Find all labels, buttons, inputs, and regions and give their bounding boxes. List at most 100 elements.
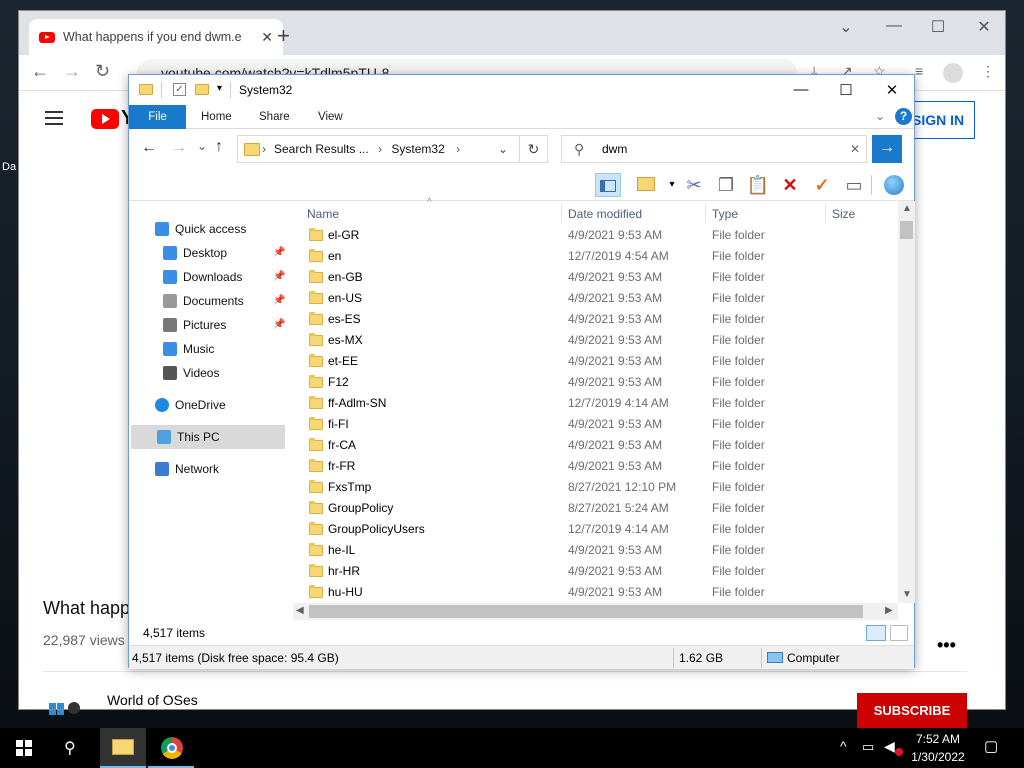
table-row[interactable]: GroupPolicyUsers 12/7/2019 4:14 AM File fo… xyxy=(299,519,901,540)
file-explorer-taskbar-button[interactable] xyxy=(100,728,146,768)
nav-item[interactable]: Quick access xyxy=(129,217,287,241)
search-box[interactable]: ⚲ dwm ✕ xyxy=(561,135,867,163)
large-icons-view-icon[interactable] xyxy=(890,625,908,641)
search-input[interactable]: dwm xyxy=(602,142,627,156)
navigation-pane-icon[interactable] xyxy=(595,173,621,197)
nav-item[interactable]: This PC xyxy=(131,425,285,449)
start-button[interactable] xyxy=(0,728,46,768)
table-row[interactable]: he-IL 4/9/2021 9:53 AM File folder xyxy=(299,540,901,561)
globe-icon[interactable] xyxy=(881,173,907,197)
close-window-button[interactable]: ✕ xyxy=(969,17,999,37)
tab-view[interactable]: View xyxy=(318,105,343,129)
table-row[interactable]: FxsTmp 8/27/2021 12:10 PM File folder xyxy=(299,477,901,498)
media-queue-icon[interactable]: ≡ xyxy=(915,63,923,79)
scroll-down-icon[interactable]: ▼ xyxy=(902,589,912,600)
scroll-thumb[interactable] xyxy=(900,221,913,239)
checkmark-icon[interactable]: ✓ xyxy=(809,173,835,197)
breadcrumb-search-results[interactable]: Search Results ... xyxy=(274,142,369,156)
details-view-icon[interactable] xyxy=(866,625,886,641)
column-name[interactable]: Name xyxy=(307,207,339,221)
close-tab-icon[interactable]: ✕ xyxy=(261,29,273,46)
scroll-up-icon[interactable]: ▲ xyxy=(902,203,912,214)
forward-arrow-icon[interactable]: → xyxy=(171,139,187,157)
nav-item[interactable]: Network xyxy=(129,457,287,481)
column-type[interactable]: Type xyxy=(712,207,738,221)
scroll-thumb[interactable] xyxy=(309,605,863,618)
properties-icon[interactable]: ✓ xyxy=(173,83,186,96)
table-row[interactable]: F12 4/9/2021 9:53 AM File folder xyxy=(299,372,901,393)
more-actions-button[interactable]: ••• xyxy=(937,635,956,656)
minimize-button[interactable]: — xyxy=(879,17,909,35)
nav-item[interactable]: Videos xyxy=(129,361,287,385)
notification-icon[interactable]: ▢ xyxy=(984,737,998,755)
table-row[interactable]: fi-FI 4/9/2021 9:53 AM File folder xyxy=(299,414,901,435)
table-row[interactable]: hu-HU 4/9/2021 9:53 AM File folder xyxy=(299,582,901,603)
maximize-button[interactable]: ☐ xyxy=(823,81,869,99)
table-row[interactable]: fr-FR 4/9/2021 9:53 AM File folder xyxy=(299,456,901,477)
table-row[interactable]: GroupPolicy 8/27/2021 5:24 AM File folder xyxy=(299,498,901,519)
vertical-scrollbar[interactable]: ▲ ▼ xyxy=(898,201,915,603)
forward-arrow-icon[interactable]: → xyxy=(63,61,81,82)
table-row[interactable]: et-EE 4/9/2021 9:53 AM File folder xyxy=(299,351,901,372)
recent-locations-icon[interactable]: ⌄ xyxy=(197,139,207,153)
delete-icon[interactable]: ✕ xyxy=(777,173,803,197)
rename-icon[interactable]: ▭ xyxy=(841,173,867,197)
profile-avatar-icon[interactable] xyxy=(943,63,963,83)
back-arrow-icon[interactable]: ← xyxy=(141,139,157,157)
tab-search-icon[interactable]: ⌄ xyxy=(831,17,861,37)
desktop-icon-label[interactable]: Da xyxy=(2,160,16,174)
expand-ribbon-icon[interactable]: ⌄ xyxy=(875,109,885,123)
nav-item[interactable]: Downloads 📌 xyxy=(129,265,287,289)
table-row[interactable]: es-ES 4/9/2021 9:53 AM File folder xyxy=(299,309,901,330)
table-row[interactable]: es-MX 4/9/2021 9:53 AM File folder xyxy=(299,330,901,351)
table-row[interactable]: hr-HR 4/9/2021 9:53 AM File folder xyxy=(299,561,901,582)
reload-icon[interactable]: ↻ xyxy=(95,61,110,82)
new-folder-icon[interactable] xyxy=(195,84,209,95)
nav-item[interactable]: OneDrive xyxy=(129,393,287,417)
chrome-taskbar-button[interactable] xyxy=(148,728,194,768)
column-size[interactable]: Size xyxy=(832,207,855,221)
chevron-up-icon[interactable]: ^ xyxy=(840,738,847,754)
help-icon[interactable]: ? xyxy=(895,108,912,125)
copy-icon[interactable]: ❐ xyxy=(713,173,739,197)
nav-item[interactable]: Pictures 📌 xyxy=(129,313,287,337)
cut-icon[interactable]: ✂ xyxy=(681,173,707,197)
browser-tab[interactable]: What happens if you end dwm.e ✕ xyxy=(29,19,283,55)
nav-item[interactable]: Desktop 📌 xyxy=(129,241,287,265)
minimize-button[interactable]: — xyxy=(778,81,824,98)
clock[interactable]: 7:52 AM 1/30/2022 xyxy=(906,730,970,766)
paste-icon[interactable]: 📋 xyxy=(745,173,771,197)
table-row[interactable]: el-GR 4/9/2021 9:53 AM File folder xyxy=(299,225,901,246)
up-arrow-icon[interactable]: ↑ xyxy=(215,138,223,156)
column-date-modified[interactable]: Date modified xyxy=(568,207,642,221)
new-tab-button[interactable]: + xyxy=(277,23,290,49)
volume-icon[interactable]: ◀ xyxy=(884,738,895,755)
table-row[interactable]: fr-CA 4/9/2021 9:53 AM File folder xyxy=(299,435,901,456)
nav-item[interactable]: Music xyxy=(129,337,287,361)
customize-toolbar-icon[interactable]: ▾ xyxy=(217,83,222,94)
horizontal-scrollbar[interactable]: ◀ ▶ xyxy=(293,603,898,620)
tab-file[interactable]: File xyxy=(129,105,186,129)
table-row[interactable]: en-US 4/9/2021 9:53 AM File folder xyxy=(299,288,901,309)
tab-share[interactable]: Share xyxy=(259,105,290,129)
back-arrow-icon[interactable]: ← xyxy=(31,61,49,82)
scroll-left-icon[interactable]: ◀ xyxy=(296,605,304,616)
breadcrumb-system32[interactable]: System32 xyxy=(391,142,444,156)
table-row[interactable]: en 12/7/2019 4:54 AM File folder xyxy=(299,246,901,267)
address-bar[interactable]: › Search Results ... › System32 › ⌄ xyxy=(237,135,520,163)
maximize-button[interactable]: ☐ xyxy=(923,17,953,37)
menu-dots-icon[interactable]: ⋮ xyxy=(981,63,995,80)
subscribe-button[interactable]: SUBSCRIBE xyxy=(857,693,967,729)
network-icon[interactable]: ▭ xyxy=(862,739,874,755)
refresh-button[interactable]: ↻ xyxy=(520,135,548,163)
table-row[interactable]: en-GB 4/9/2021 9:53 AM File folder xyxy=(299,267,901,288)
layout-icon[interactable] xyxy=(633,173,659,197)
channel-avatar[interactable] xyxy=(47,695,83,715)
channel-name[interactable]: World of OSes xyxy=(107,692,198,708)
table-row[interactable]: ff-Adlm-SN 12/7/2019 4:14 AM File folder xyxy=(299,393,901,414)
clear-search-icon[interactable]: ✕ xyxy=(850,136,860,162)
scroll-right-icon[interactable]: ▶ xyxy=(885,605,893,616)
youtube-logo-icon[interactable] xyxy=(91,109,119,129)
chevron-down-icon[interactable]: ⌄ xyxy=(498,136,508,162)
hamburger-menu-icon[interactable] xyxy=(45,111,63,125)
